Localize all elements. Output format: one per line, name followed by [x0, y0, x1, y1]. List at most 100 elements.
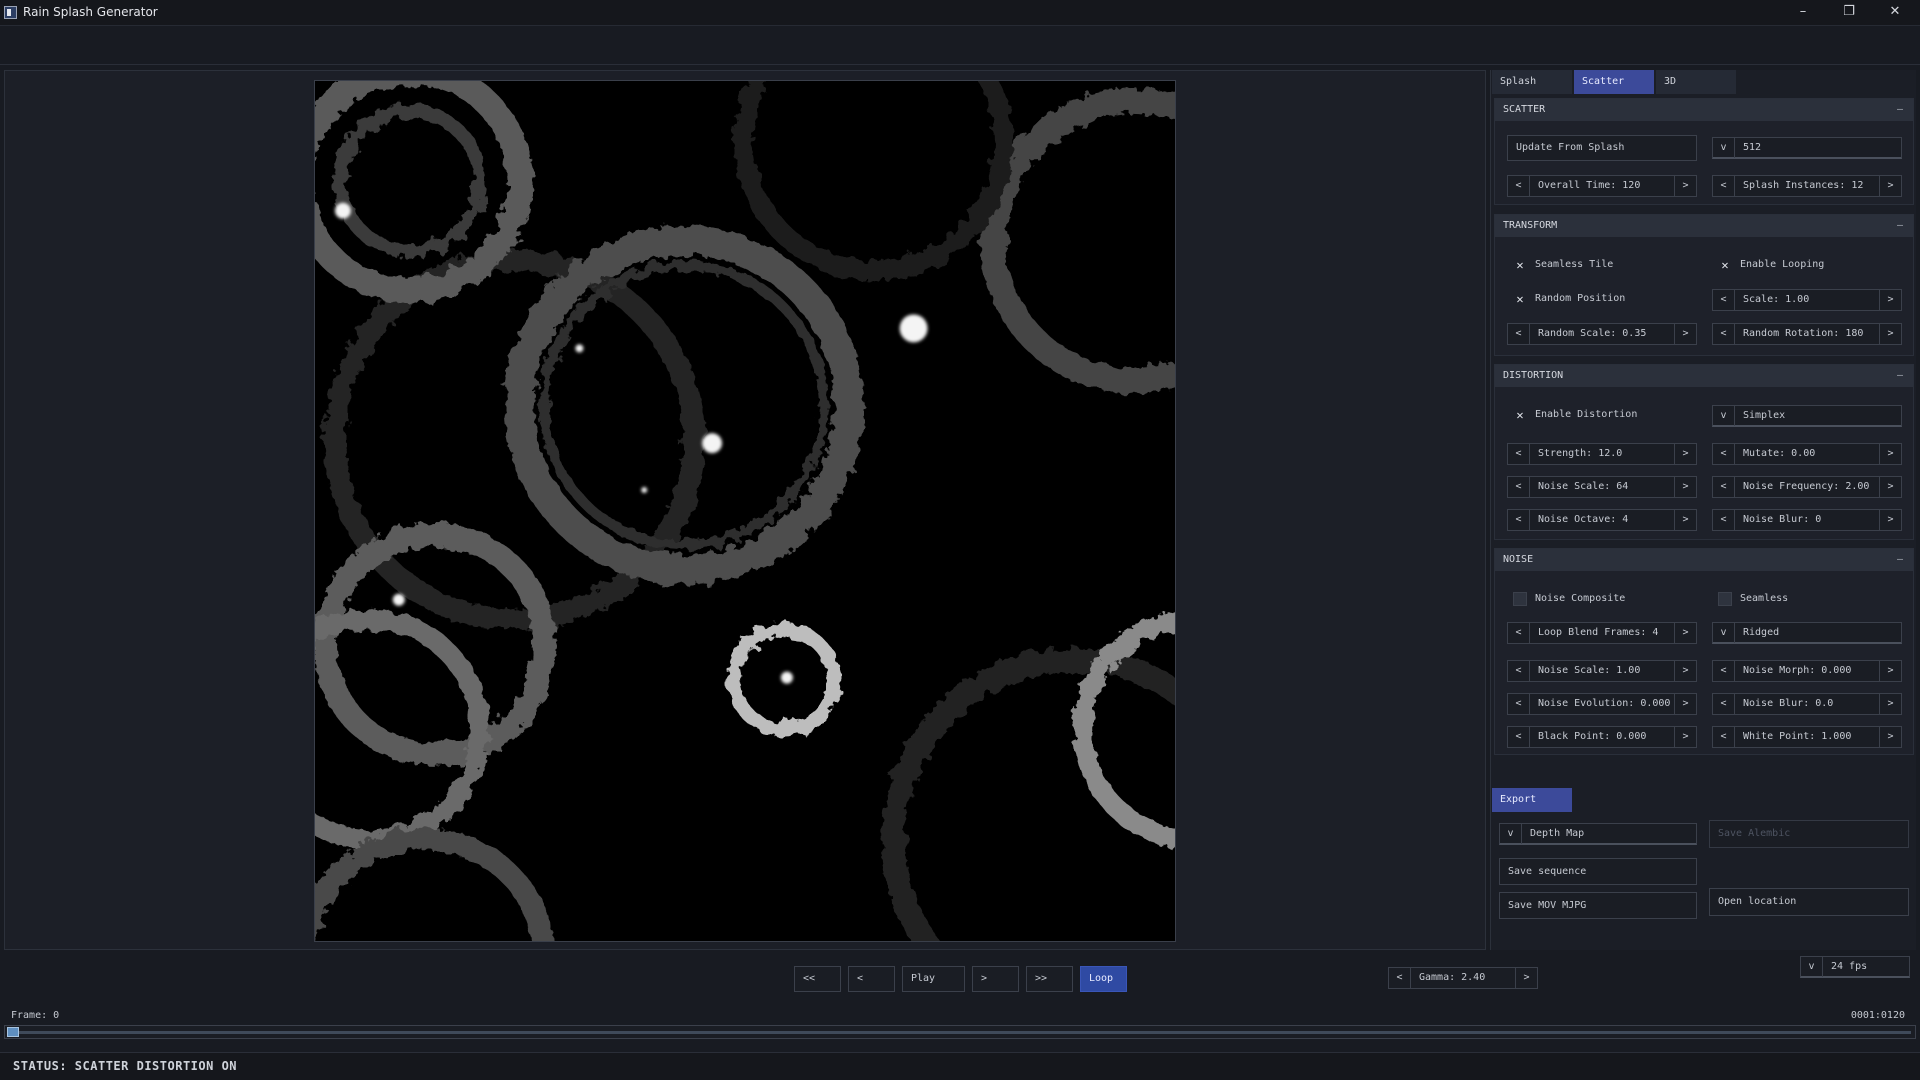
decrement-icon[interactable]: <	[1713, 290, 1735, 310]
decrement-icon[interactable]: <	[1508, 324, 1530, 344]
increment-icon[interactable]: >	[1879, 444, 1901, 464]
decrement-icon[interactable]: <	[1508, 661, 1530, 681]
increment-icon[interactable]: >	[1879, 661, 1901, 681]
first-frame-button[interactable]: <<	[794, 966, 841, 992]
gamma-stepper[interactable]: < Gamma: 2.40 >	[1388, 967, 1538, 989]
fps-dropdown[interactable]: v 24 fps	[1800, 956, 1910, 978]
increment-icon[interactable]: >	[1674, 324, 1696, 344]
save-sequence-button[interactable]: Save sequence	[1499, 858, 1697, 885]
increment-icon[interactable]: >	[1674, 510, 1696, 530]
decrement-icon[interactable]: <	[1508, 176, 1530, 196]
decrement-icon[interactable]: <	[1713, 324, 1735, 344]
tab-scatter[interactable]: Scatter	[1574, 70, 1654, 94]
increment-icon[interactable]: >	[1674, 477, 1696, 497]
prev-frame-button[interactable]: <	[848, 966, 895, 992]
noise-blur-stepper[interactable]: < Noise Blur: 0 >	[1712, 509, 1902, 531]
loop-blend-frames-stepper[interactable]: < Loop Blend Frames: 4 >	[1507, 622, 1697, 644]
increment-icon[interactable]: >	[1879, 324, 1901, 344]
increment-icon[interactable]: >	[1879, 290, 1901, 310]
decrement-icon[interactable]: <	[1508, 477, 1530, 497]
noise-evolution-stepper[interactable]: < Noise Evolution: 0.000 >	[1507, 693, 1697, 715]
noise-scale-stepper[interactable]: < Noise Scale: 64 >	[1507, 476, 1697, 498]
seamless-checkbox[interactable]: Seamless	[1718, 590, 1888, 608]
decrement-icon[interactable]: <	[1713, 510, 1735, 530]
open-location-button[interactable]: Open location	[1709, 888, 1909, 916]
increment-icon[interactable]: >	[1674, 727, 1696, 747]
checkbox-box	[1718, 592, 1732, 606]
decrement-icon[interactable]: <	[1713, 176, 1735, 196]
distortion-noise-type-dropdown[interactable]: v Simplex	[1712, 405, 1902, 427]
section-header[interactable]: SCATTER –	[1495, 99, 1913, 121]
increment-icon[interactable]: >	[1674, 661, 1696, 681]
random-rotation-stepper[interactable]: < Random Rotation: 180 >	[1712, 323, 1902, 345]
tab-3d[interactable]: 3D	[1656, 70, 1736, 94]
mutate-stepper[interactable]: < Mutate: 0.00 >	[1712, 443, 1902, 465]
white-point-stepper[interactable]: < White Point: 1.000 >	[1712, 726, 1902, 748]
noise-morph-stepper[interactable]: < Noise Morph: 0.000 >	[1712, 660, 1902, 682]
increment-icon[interactable]: >	[1674, 623, 1696, 643]
tab-export[interactable]: Export	[1492, 788, 1572, 812]
section-header[interactable]: TRANSFORM –	[1495, 215, 1913, 237]
splash-instances-stepper[interactable]: < Splash Instances: 12 >	[1712, 175, 1902, 197]
decrement-icon[interactable]: <	[1389, 968, 1411, 988]
scale-stepper[interactable]: < Scale: 1.00 >	[1712, 289, 1902, 311]
increment-icon[interactable]: >	[1674, 176, 1696, 196]
tab-splash[interactable]: Splash	[1492, 70, 1572, 94]
enable-looping-checkbox[interactable]: ✕ Enable Looping	[1718, 256, 1888, 274]
save-alembic-button[interactable]: Save Alembic	[1709, 820, 1909, 848]
increment-icon[interactable]: >	[1879, 176, 1901, 196]
decrement-icon[interactable]: <	[1508, 510, 1530, 530]
seamless-tile-checkbox[interactable]: ✕ Seamless Tile	[1513, 256, 1683, 274]
collapse-icon[interactable]: –	[1897, 99, 1903, 121]
menu-bar	[0, 27, 1920, 65]
increment-icon[interactable]: >	[1674, 694, 1696, 714]
noise-scale-stepper[interactable]: < Noise Scale: 1.00 >	[1507, 660, 1697, 682]
increment-icon[interactable]: >	[1879, 510, 1901, 530]
close-button[interactable]: ✕	[1872, 0, 1918, 26]
black-point-stepper[interactable]: < Black Point: 0.000 >	[1507, 726, 1697, 748]
save-mov-button[interactable]: Save MOV MJPG	[1499, 892, 1697, 919]
timeline-scrubber[interactable]	[4, 1025, 1916, 1039]
collapse-icon[interactable]: –	[1897, 215, 1903, 237]
decrement-icon[interactable]: <	[1713, 694, 1735, 714]
random-scale-stepper[interactable]: < Random Scale: 0.35 >	[1507, 323, 1697, 345]
overall-time-stepper[interactable]: < Overall Time: 120 >	[1507, 175, 1697, 197]
play-button[interactable]: Play	[902, 966, 965, 992]
decrement-icon[interactable]: <	[1713, 477, 1735, 497]
collapse-icon[interactable]: –	[1897, 549, 1903, 571]
next-frame-button[interactable]: >	[972, 966, 1019, 992]
decrement-icon[interactable]: <	[1508, 444, 1530, 464]
restore-button[interactable]: ❐	[1826, 0, 1872, 26]
decrement-icon[interactable]: <	[1508, 727, 1530, 747]
decrement-icon[interactable]: <	[1713, 444, 1735, 464]
increment-icon[interactable]: >	[1674, 444, 1696, 464]
noise-composite-checkbox[interactable]: Noise Composite	[1513, 590, 1683, 608]
decrement-icon[interactable]: <	[1508, 694, 1530, 714]
resolution-dropdown[interactable]: v 512	[1712, 137, 1902, 159]
decrement-icon[interactable]: <	[1713, 661, 1735, 681]
increment-icon[interactable]: >	[1879, 694, 1901, 714]
strength-stepper[interactable]: < Strength: 12.0 >	[1507, 443, 1697, 465]
increment-icon[interactable]: >	[1879, 477, 1901, 497]
decrement-icon[interactable]: <	[1508, 623, 1530, 643]
update-from-splash-button[interactable]: Update From Splash	[1507, 135, 1697, 161]
decrement-icon[interactable]: <	[1713, 727, 1735, 747]
timeline-handle[interactable]	[7, 1027, 19, 1037]
section-header[interactable]: DISTORTION –	[1495, 365, 1913, 387]
collapse-icon[interactable]: –	[1897, 365, 1903, 387]
increment-icon[interactable]: >	[1879, 727, 1901, 747]
increment-icon[interactable]: >	[1515, 968, 1537, 988]
enable-distortion-checkbox[interactable]: ✕ Enable Distortion	[1513, 406, 1683, 424]
loop-toggle[interactable]: Loop	[1080, 966, 1127, 992]
noise-type-dropdown[interactable]: v Ridged	[1712, 622, 1902, 644]
app-icon	[4, 6, 17, 19]
noise-blur-stepper[interactable]: < Noise Blur: 0.0 >	[1712, 693, 1902, 715]
noise-octave-stepper[interactable]: < Noise Octave: 4 >	[1507, 509, 1697, 531]
minimize-button[interactable]: –	[1780, 0, 1826, 26]
noise-frequency-stepper[interactable]: < Noise Frequency: 2.00 >	[1712, 476, 1902, 498]
section-header[interactable]: NOISE –	[1495, 549, 1913, 571]
timeline-track[interactable]	[19, 1031, 1911, 1034]
export-format-dropdown[interactable]: v Depth Map	[1499, 823, 1697, 845]
last-frame-button[interactable]: >>	[1026, 966, 1073, 992]
random-position-checkbox[interactable]: ✕ Random Position	[1513, 290, 1683, 308]
